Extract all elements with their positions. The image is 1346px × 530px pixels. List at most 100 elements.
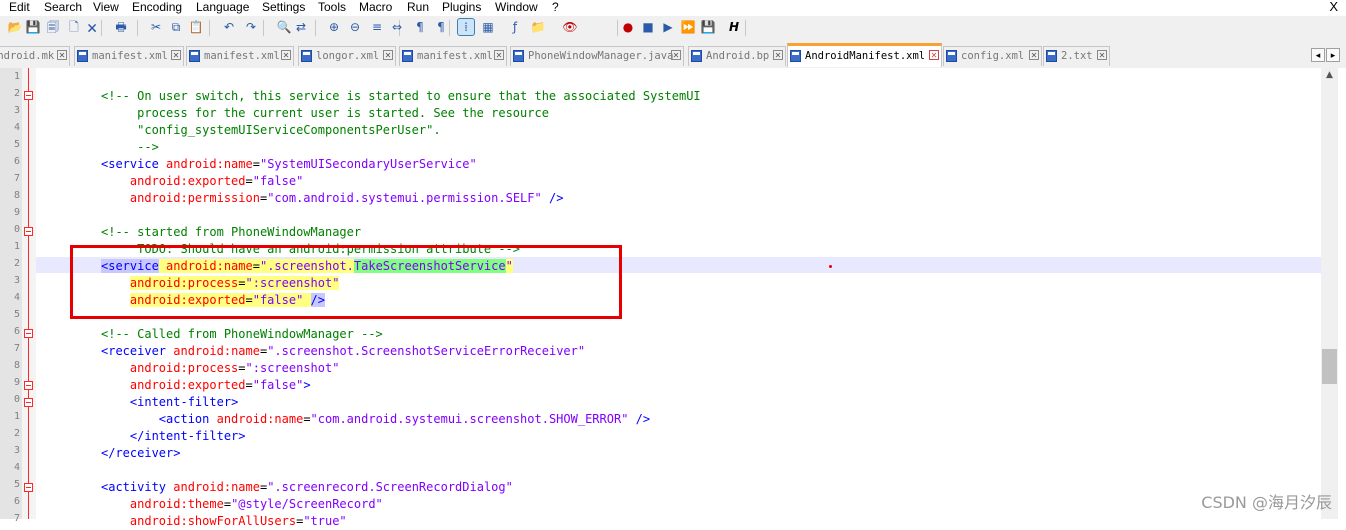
save-macro-icon: 💾 (700, 20, 716, 34)
scrollbar-thumb[interactable] (1322, 349, 1337, 384)
html-tag-icon: H (728, 20, 740, 34)
line-number: 6 (13, 496, 20, 507)
record-macro-icon[interactable]: ● (620, 19, 636, 35)
copy-icon: ⧉ (171, 20, 181, 34)
fold-toggle-icon[interactable] (24, 398, 33, 407)
line-number: 2 (13, 428, 20, 439)
sync-vertical-icon[interactable]: ≡ (369, 19, 385, 35)
menu-settings[interactable]: Settings (262, 0, 305, 16)
menu-plugins[interactable]: Plugins (442, 0, 481, 16)
tab-android-mk[interactable]: android.mk✕ (0, 46, 70, 66)
find-icon: 🔍 (276, 20, 292, 34)
code-line: </intent-filter> (129, 429, 246, 443)
sync-horizontal-icon[interactable]: ⇔ (389, 19, 405, 35)
vertical-scrollbar[interactable]: ▲ (1321, 68, 1338, 519)
save-icon[interactable]: 💾 (25, 19, 41, 35)
tab-android-bp[interactable]: Android.bp ✕ (688, 46, 786, 66)
line-number: 2 (13, 258, 20, 269)
close-tab-icon[interactable]: ✕ (1097, 50, 1107, 60)
close-tab-icon[interactable]: ✕ (494, 50, 504, 60)
close-tab-icon[interactable]: ✕ (281, 50, 291, 60)
close-tab-icon[interactable]: ✕ (929, 50, 939, 60)
document-map-icon[interactable]: ▦ (480, 19, 496, 35)
print-icon[interactable]: 🖶 (113, 19, 129, 35)
find-icon[interactable]: 🔍 (276, 19, 292, 35)
tab-manifest-xml[interactable]: manifest.xml ✕ (186, 46, 294, 66)
menu-edit[interactable]: Edit (9, 0, 30, 16)
line-number-gutter: 123456789012345678901234567 (0, 68, 22, 524)
function-list-icon[interactable]: ƒ (507, 19, 523, 35)
close-tab-icon[interactable]: ✕ (57, 50, 67, 60)
menu-help[interactable]: ? (552, 0, 559, 16)
toolbar: 📂 💾 🗐 🗋 🗙 🖶 ✂ ⧉ 📋 ↶ ↷ 🔍 ⇄ ⊕ ⊖ ≡ ⇔ ¶ ¶ ⁞ ▦ ƒ 📁 👁 ● ■ ▶ ⏩ 💾 H (0, 16, 1346, 42)
fold-toggle-icon[interactable] (24, 227, 33, 236)
cut-icon[interactable]: ✂ (148, 19, 164, 35)
fold-toggle-icon[interactable] (24, 329, 33, 338)
zoom-out-icon: ⊖ (349, 20, 361, 34)
tab-2-txt[interactable]: 2.txt ✕ (1043, 46, 1110, 66)
close-tab-icon[interactable]: ✕ (171, 50, 181, 60)
tab-bar: ◂ ▸ android.mk✕manifest.xml✕manifest.xml… (0, 42, 1346, 69)
line-number: 6 (13, 326, 20, 337)
fold-toggle-icon[interactable] (24, 483, 33, 492)
code-line: <!-- On user switch, this service is sta… (101, 89, 701, 103)
annotation-dot (829, 265, 832, 268)
monitoring-icon[interactable]: 👁 (562, 19, 578, 35)
menu-search[interactable]: Search (44, 0, 82, 16)
zoom-in-icon[interactable]: ⊕ (326, 19, 342, 35)
html-tag-icon[interactable]: H (726, 19, 742, 35)
tab-longor-xml[interactable]: longor.xml ✕ (298, 46, 396, 66)
show-all-chars-icon[interactable]: ¶ (433, 19, 449, 35)
menu-run[interactable]: Run (407, 0, 429, 16)
scroll-up-icon[interactable]: ▲ (1321, 70, 1338, 84)
tab-manifest-xml[interactable]: manifest.xml ✕ (399, 46, 507, 66)
close-tab-icon[interactable]: ✕ (1029, 50, 1039, 60)
copy-icon[interactable]: ⧉ (168, 19, 184, 35)
close-tab-icon[interactable]: ✕ (383, 50, 393, 60)
code-line: android:exported="false"> (129, 378, 311, 392)
sync-vertical-icon: ≡ (371, 20, 383, 34)
close-tab-icon[interactable]: ✕ (773, 50, 783, 60)
save-all-icon[interactable]: 🗐 (45, 19, 61, 35)
menu-window[interactable]: Window (495, 0, 538, 16)
menu-encoding[interactable]: Encoding (132, 0, 182, 16)
word-wrap-icon[interactable]: ¶ (412, 19, 428, 35)
close-tab-icon[interactable]: ✕ (671, 50, 681, 60)
tab-androidmanifest-xml[interactable]: AndroidManifest.xml ✕ (787, 43, 942, 67)
tab-manifest-xml[interactable]: manifest.xml ✕ (74, 46, 184, 66)
fold-toggle-icon[interactable] (24, 91, 33, 100)
line-number: 1 (13, 241, 20, 252)
menu-tools[interactable]: Tools (318, 0, 346, 16)
menu-language[interactable]: Language (196, 0, 249, 16)
save-macro-icon[interactable]: 💾 (700, 19, 716, 35)
editor-area[interactable]: 123456789012345678901234567 <!-- On user… (0, 68, 1346, 528)
fold-toggle-icon[interactable] (24, 381, 33, 390)
file-icon (946, 50, 957, 62)
folder-workspace-icon[interactable]: 📁 (530, 19, 546, 35)
run-macro-multiple-icon[interactable]: ⏩ (680, 19, 696, 35)
tab-scroll-right-button[interactable]: ▸ (1326, 48, 1340, 62)
code-line: --> (101, 140, 159, 154)
replace-icon[interactable]: ⇄ (293, 19, 309, 35)
redo-icon[interactable]: ↷ (243, 19, 259, 35)
undo-icon[interactable]: ↶ (221, 19, 237, 35)
close-all-icon[interactable]: 🗙 (84, 19, 100, 35)
stop-macro-icon[interactable]: ■ (640, 19, 656, 35)
close-document-button[interactable]: X (1329, 0, 1338, 14)
zoom-out-icon[interactable]: ⊖ (347, 19, 363, 35)
menu-view[interactable]: View (93, 0, 119, 16)
menu-macro[interactable]: Macro (359, 0, 392, 16)
line-number: 5 (13, 309, 20, 320)
close-file-icon[interactable]: 🗋 (66, 19, 82, 35)
open-file-icon: 📂 (7, 20, 23, 34)
indent-guide-icon[interactable]: ⁞ (457, 18, 475, 36)
file-icon (513, 50, 524, 62)
tab-config-xml[interactable]: config.xml ✕ (943, 46, 1042, 66)
open-file-icon[interactable]: 📂 (7, 19, 23, 35)
toolbar-separator (745, 20, 746, 36)
tab-phonewindowmanager-java[interactable]: PhoneWindowManager.java ✕ (510, 46, 684, 66)
play-macro-icon[interactable]: ▶ (660, 19, 676, 35)
paste-icon[interactable]: 📋 (188, 19, 204, 35)
file-icon (790, 50, 801, 62)
tab-scroll-left-button[interactable]: ◂ (1311, 48, 1325, 62)
